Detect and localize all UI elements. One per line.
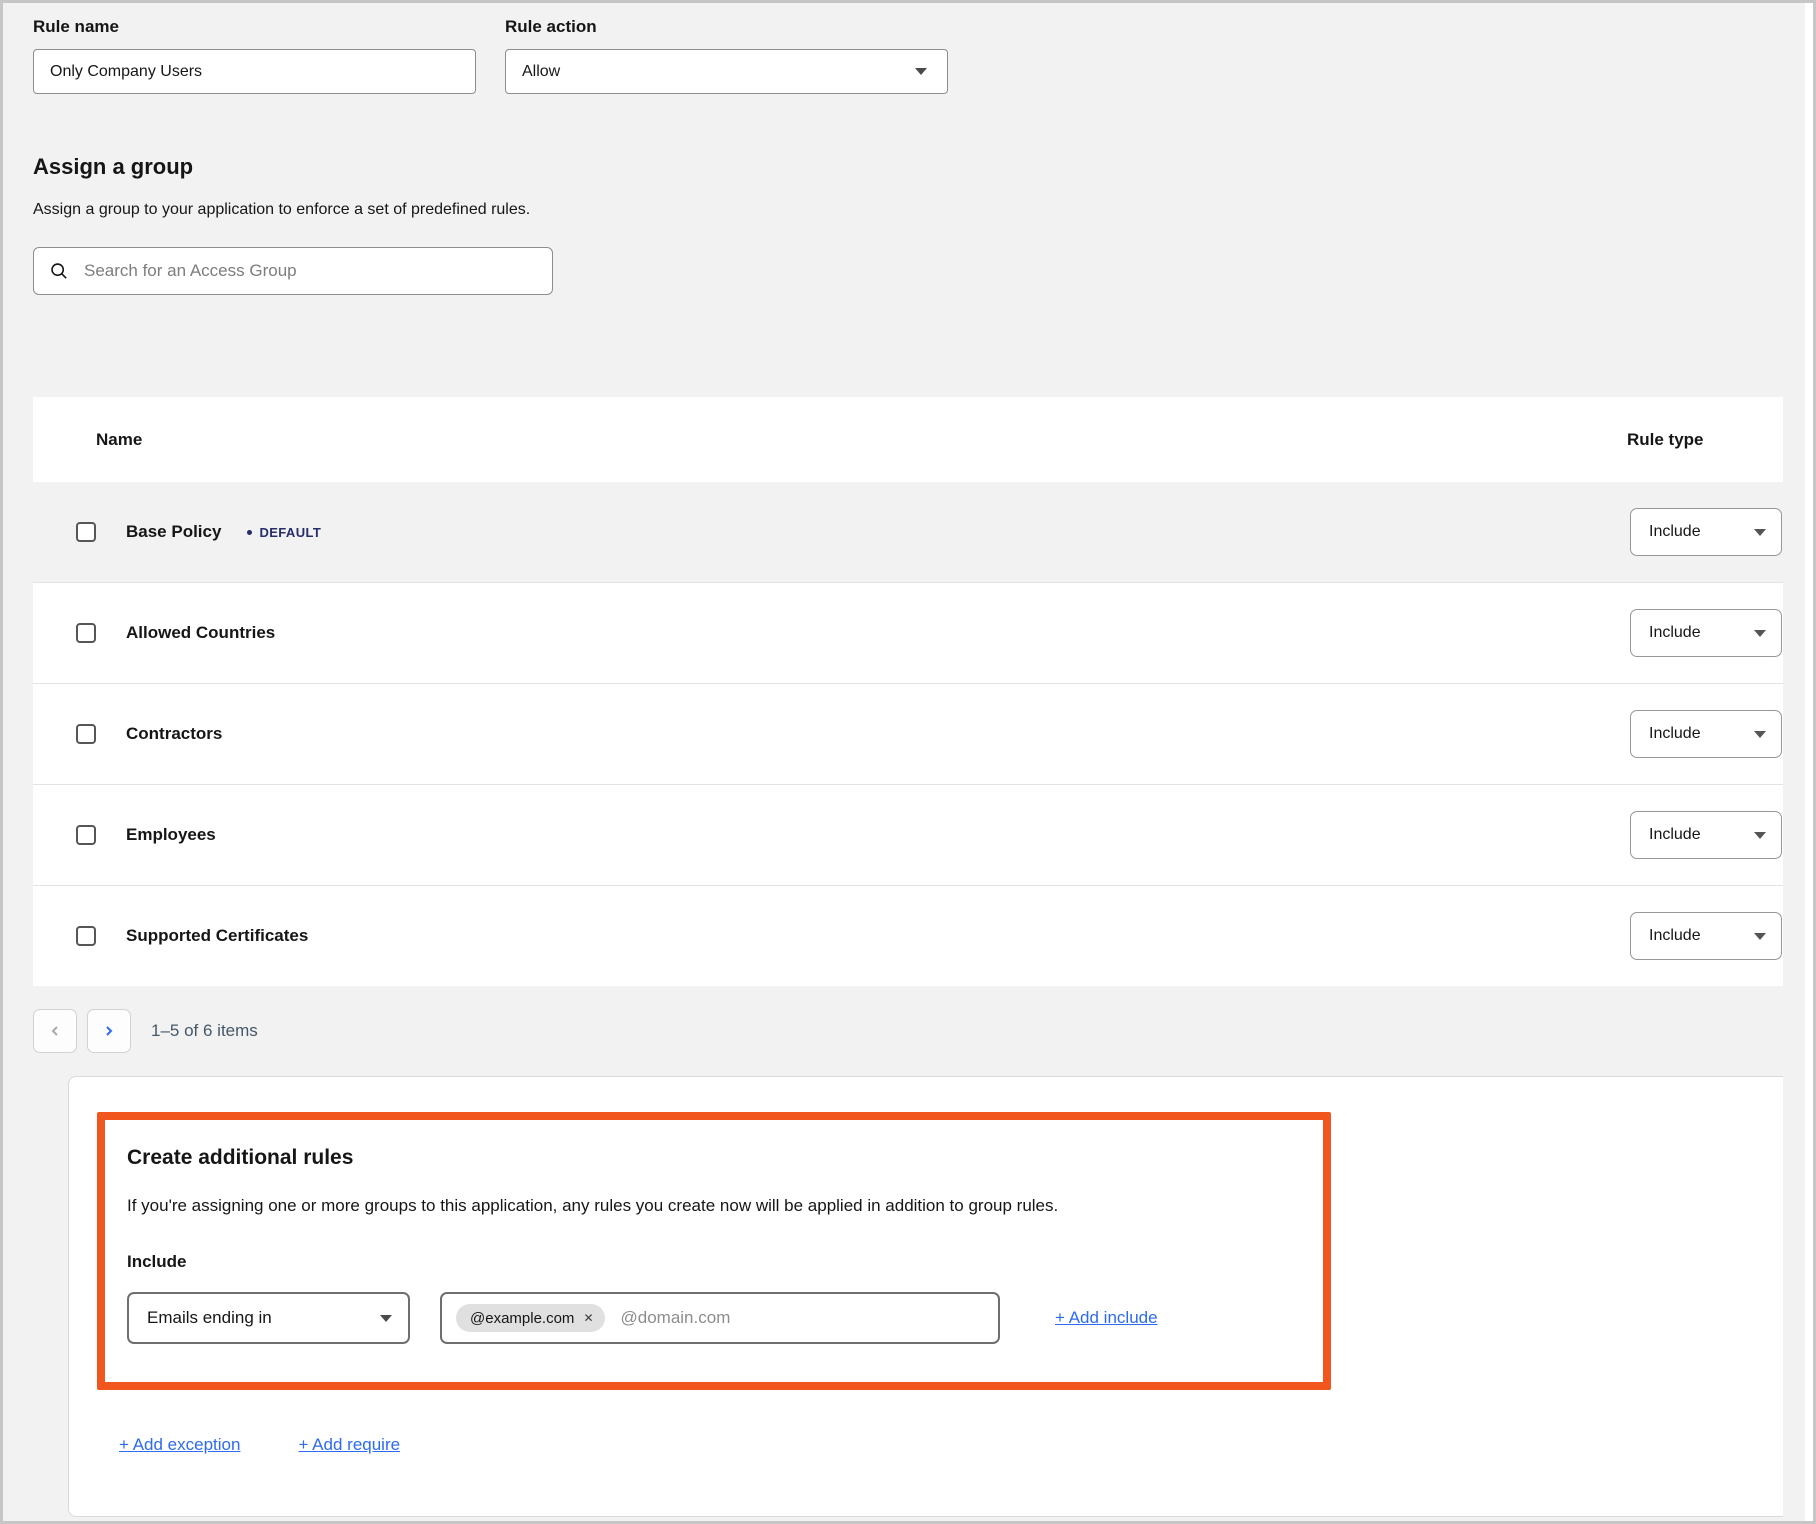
search-input[interactable] bbox=[82, 260, 536, 282]
rule-action-label: Rule action bbox=[505, 17, 948, 37]
pagination-status: 1–5 of 6 items bbox=[151, 1021, 258, 1041]
create-additional-rules-title: Create additional rules bbox=[127, 1146, 1303, 1170]
rule-fields-row: Rule name Rule action Allow bbox=[33, 17, 1783, 94]
chevron-down-icon bbox=[1754, 933, 1766, 940]
rule-type-dropdown[interactable]: Include bbox=[1630, 912, 1782, 960]
rule-type-dropdown[interactable]: Include bbox=[1630, 609, 1782, 657]
row-checkbox[interactable] bbox=[76, 724, 96, 744]
chevron-down-icon bbox=[1754, 529, 1766, 536]
chevron-down-icon bbox=[380, 1315, 392, 1322]
chevron-down-icon bbox=[915, 68, 927, 75]
access-group-search[interactable] bbox=[33, 247, 553, 295]
group-name: Employees bbox=[126, 825, 216, 845]
chevron-right-icon bbox=[103, 1023, 115, 1039]
assign-group-description: Assign a group to your application to en… bbox=[33, 201, 1783, 219]
access-group-table: Name Rule type Base Policy DEFAULT Inclu… bbox=[33, 397, 1783, 986]
row-checkbox[interactable] bbox=[76, 623, 96, 643]
additional-rules-card: Create additional rules If you're assign… bbox=[68, 1076, 1783, 1517]
page-content: Rule name Rule action Allow Assign a gro… bbox=[3, 3, 1813, 1517]
email-tag-label: @example.com bbox=[470, 1310, 574, 1327]
table-row: Employees Include bbox=[33, 784, 1783, 885]
previous-page-button[interactable] bbox=[33, 1009, 77, 1053]
condition-value: Emails ending in bbox=[147, 1308, 272, 1328]
rule-action-dropdown[interactable]: Allow bbox=[505, 49, 948, 94]
include-rule-row: Emails ending in @example.com ✕ @domain.… bbox=[127, 1292, 1303, 1344]
settings-page: Rule name Rule action Allow Assign a gro… bbox=[0, 0, 1816, 1524]
rule-type-value: Include bbox=[1649, 624, 1701, 642]
table-header: Name Rule type bbox=[33, 397, 1783, 482]
row-checkbox[interactable] bbox=[76, 522, 96, 542]
group-name: Base Policy bbox=[126, 522, 221, 542]
default-badge: DEFAULT bbox=[247, 525, 321, 540]
next-page-button[interactable] bbox=[87, 1009, 131, 1053]
table-row: Allowed Countries Include bbox=[33, 582, 1783, 683]
rule-name-field: Rule name bbox=[33, 17, 476, 94]
group-name: Contractors bbox=[126, 724, 222, 744]
email-tag: @example.com ✕ bbox=[456, 1304, 605, 1332]
footer-links: + Add exception + Add require bbox=[119, 1435, 1783, 1455]
default-badge-label: DEFAULT bbox=[259, 525, 321, 540]
chevron-down-icon bbox=[1754, 731, 1766, 738]
rule-type-dropdown[interactable]: Include bbox=[1630, 811, 1782, 859]
add-require-link[interactable]: + Add require bbox=[298, 1435, 400, 1455]
create-additional-rules-description: If you're assigning one or more groups t… bbox=[127, 1196, 1303, 1216]
chevron-left-icon bbox=[49, 1023, 61, 1039]
column-header-name: Name bbox=[33, 430, 1627, 450]
rule-type-value: Include bbox=[1649, 826, 1701, 844]
rule-type-value: Include bbox=[1649, 523, 1701, 541]
include-label: Include bbox=[127, 1252, 1303, 1272]
pagination: 1–5 of 6 items bbox=[33, 1009, 1783, 1053]
row-checkbox[interactable] bbox=[76, 926, 96, 946]
chevron-down-icon bbox=[1754, 832, 1766, 839]
email-input-placeholder: @domain.com bbox=[621, 1308, 731, 1328]
add-exception-link[interactable]: + Add exception bbox=[119, 1435, 240, 1455]
add-include-link[interactable]: + Add include bbox=[1055, 1308, 1158, 1328]
table-row: Contractors Include bbox=[33, 683, 1783, 784]
group-name: Supported Certificates bbox=[126, 926, 308, 946]
email-domain-input[interactable]: @example.com ✕ @domain.com bbox=[440, 1292, 1000, 1344]
search-icon bbox=[50, 262, 68, 280]
rule-type-dropdown[interactable]: Include bbox=[1630, 508, 1782, 556]
column-header-rule-type: Rule type bbox=[1627, 430, 1783, 450]
rule-type-value: Include bbox=[1649, 725, 1701, 743]
rule-type-value: Include bbox=[1649, 927, 1701, 945]
bullet-icon bbox=[247, 530, 252, 535]
assign-group-title: Assign a group bbox=[33, 154, 1783, 180]
rule-name-label: Rule name bbox=[33, 17, 476, 37]
close-icon[interactable]: ✕ bbox=[583, 1312, 593, 1324]
rule-action-value: Allow bbox=[522, 63, 560, 81]
condition-dropdown[interactable]: Emails ending in bbox=[127, 1292, 410, 1344]
group-name: Allowed Countries bbox=[126, 623, 275, 643]
create-additional-rules-highlight: Create additional rules If you're assign… bbox=[97, 1112, 1331, 1390]
table-row: Supported Certificates Include bbox=[33, 885, 1783, 986]
table-row: Base Policy DEFAULT Include bbox=[33, 482, 1783, 582]
rule-name-input[interactable] bbox=[33, 49, 476, 94]
chevron-down-icon bbox=[1754, 630, 1766, 637]
rule-action-field: Rule action Allow bbox=[505, 17, 948, 94]
row-checkbox[interactable] bbox=[76, 825, 96, 845]
rule-type-dropdown[interactable]: Include bbox=[1630, 710, 1782, 758]
